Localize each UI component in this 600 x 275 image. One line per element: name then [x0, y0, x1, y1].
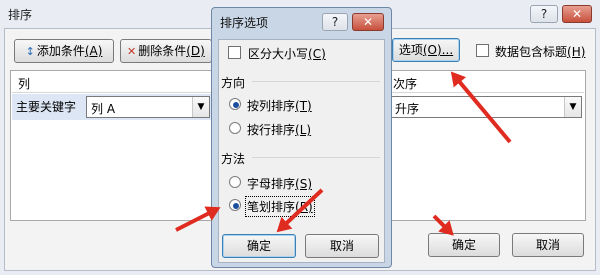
alphabetical-sort-radio[interactable] [229, 176, 241, 188]
method-group-title: 方法 [221, 152, 246, 166]
direction-group-title: 方向 [221, 76, 246, 90]
window-title: 排序 [8, 8, 33, 22]
header-row-checkbox[interactable] [476, 44, 489, 57]
sort-by-column-label: 按列排序(T) [247, 99, 312, 113]
stroke-sort-radio[interactable] [229, 199, 241, 211]
dialog-title: 排序选项 [220, 16, 269, 30]
sort-by-column-radio[interactable] [229, 98, 241, 110]
cancel-button[interactable]: 取消 [512, 233, 584, 257]
order-select-value: 升序 [395, 102, 420, 116]
dialog-cancel-button[interactable]: 取消 [305, 234, 379, 258]
dialog-close-button[interactable]: ✕ [352, 13, 384, 31]
primary-key-label: 主要关键字 [16, 100, 77, 114]
delete-condition-button[interactable]: ✕ 删除条件(D) [120, 39, 212, 63]
add-condition-button[interactable]: ↕ 添加条件(A) [14, 39, 114, 63]
close-icon: ✕ [571, 7, 583, 21]
delete-condition-label: 删除条件 [138, 44, 187, 58]
chevron-down-icon: ▼ [192, 97, 209, 117]
help-icon: ? [331, 15, 339, 29]
close-icon: ✕ [362, 15, 374, 29]
dialog-ok-button[interactable]: 确定 [222, 234, 296, 258]
alphabetical-sort-label: 字母排序(S) [247, 177, 312, 191]
column-header: 列 [18, 77, 31, 91]
case-sensitive-checkbox[interactable] [228, 46, 241, 59]
options-button[interactable]: 选项(O)... [392, 38, 460, 62]
delete-condition-key: (D) [186, 44, 205, 58]
sort-by-row-radio[interactable] [229, 122, 241, 134]
add-sort-icon: ↕ [25, 45, 35, 58]
add-condition-label: 添加条件 [36, 44, 85, 58]
close-button[interactable]: ✕ [562, 5, 592, 23]
delete-icon: ✕ [127, 45, 137, 58]
chevron-down-icon: ▼ [564, 97, 581, 117]
ok-button[interactable]: 确定 [428, 233, 500, 257]
case-sensitive-label: 区分大小写(C) [248, 47, 326, 61]
divider [252, 81, 380, 82]
column-select[interactable]: 列 A ▼ [86, 96, 210, 118]
sort-by-row-label: 按行排序(L) [247, 123, 312, 137]
dialog-help-button[interactable]: ? [322, 13, 348, 31]
column-select-value: 列 A [91, 102, 116, 116]
add-condition-key: (A) [84, 44, 103, 58]
order-header: 次序 [393, 77, 418, 91]
help-button[interactable]: ? [530, 5, 558, 23]
divider [252, 157, 380, 158]
options-key: (O)... [422, 43, 454, 57]
help-icon: ? [540, 7, 548, 21]
options-label: 选项 [398, 43, 423, 57]
sort-options-dialog: 排序选项 ? ✕ 区分大小写(C) 方向 按列排序(T) 按行排序(L) 方法 … [211, 7, 392, 268]
header-row-checkbox-label: 数据包含标题(H) [495, 45, 586, 59]
